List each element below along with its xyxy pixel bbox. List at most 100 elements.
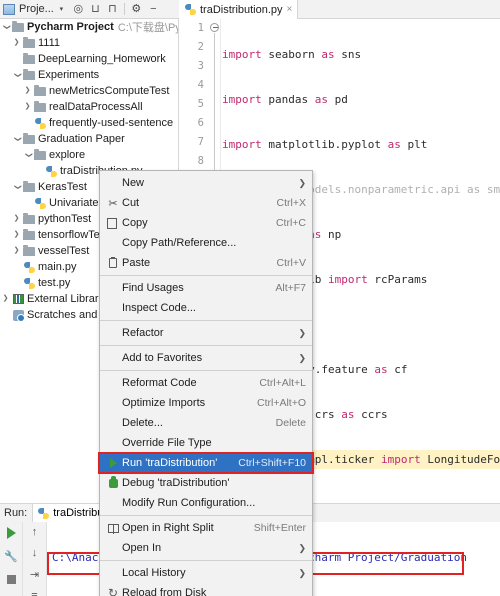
tree-expand-arrow-icon[interactable] xyxy=(11,131,22,147)
menu-item-shortcut: Ctrl+Alt+O xyxy=(256,397,306,409)
menu-item-label: Open In xyxy=(122,542,162,554)
tree-item[interactable]: explore xyxy=(0,147,178,163)
code-line: import matplotlib.pyplot as plt xyxy=(222,138,428,151)
scroll-down-icon[interactable]: ↓ xyxy=(28,547,42,559)
tree-item[interactable]: Pycharm ProjectC:\下载盘\Pych xyxy=(0,19,178,35)
menu-separator xyxy=(100,370,312,371)
menu-item[interactable]: Debug 'traDistribution' xyxy=(100,473,312,493)
tree-expand-arrow-icon[interactable] xyxy=(11,179,22,195)
line-number: 4 xyxy=(197,79,204,91)
tree-expand-arrow-icon[interactable] xyxy=(11,243,22,259)
collapse-all-icon[interactable]: ⊔ xyxy=(89,3,102,16)
menu-item[interactable]: Inspect Code... xyxy=(100,298,312,318)
tree-expand-arrow-icon[interactable] xyxy=(11,35,22,51)
menu-item-shortcut: Delete xyxy=(275,417,306,429)
collapse-fold-icon[interactable] xyxy=(210,23,219,32)
print-icon[interactable]: ≡ xyxy=(28,590,42,596)
tree-expand-arrow-icon[interactable] xyxy=(22,147,33,163)
menu-item-label: Debug 'traDistribution' xyxy=(122,477,230,489)
menu-separator xyxy=(100,345,312,346)
tab-label: traDistribution.py xyxy=(200,3,283,16)
tree-item[interactable]: Graduation Paper xyxy=(0,131,178,147)
project-view-icon[interactable] xyxy=(3,3,15,15)
menu-item-label: Override File Type xyxy=(122,437,212,449)
menu-item-shortcut: Alt+F7 xyxy=(275,282,306,294)
run-toolbar-left: 🔧 xyxy=(0,522,23,596)
menu-item[interactable]: Copy Ctrl+C xyxy=(100,213,312,233)
tree-expand-arrow-icon[interactable] xyxy=(11,67,22,83)
run-tab[interactable]: traDistribu xyxy=(32,503,110,523)
external-libraries-icon xyxy=(11,294,25,304)
menu-item[interactable]: Run 'traDistribution' Ctrl+Shift+F10 xyxy=(98,452,314,474)
file-context-menu[interactable]: New ❯ ✂ Cut Ctrl+X Copy Ctrl+C Copy Path/Refere… xyxy=(98,170,314,596)
project-pane-title[interactable]: Proje... xyxy=(19,3,54,15)
tree-expand-arrow-icon[interactable] xyxy=(0,19,11,35)
stop-square-icon[interactable] xyxy=(4,572,18,586)
menu-item-shortcut: Ctrl+C xyxy=(275,217,306,229)
menu-item[interactable]: Copy Path/Reference... xyxy=(100,233,312,253)
tree-expand-arrow-icon[interactable] xyxy=(11,227,22,243)
menu-item[interactable]: Paste Ctrl+V xyxy=(100,253,312,273)
tree-item[interactable]: DeepLearning_Homework xyxy=(0,51,178,67)
menu-separator xyxy=(100,320,312,321)
code-line: import seaborn as sns xyxy=(222,48,362,61)
tree-item[interactable]: realDataProcessAll xyxy=(0,99,178,115)
tree-expand-arrow-icon[interactable] xyxy=(11,211,22,227)
tree-item-label: 1111 xyxy=(38,37,61,49)
menu-item-label: Modify Run Configuration... xyxy=(122,497,256,509)
tree-expand-arrow-icon[interactable] xyxy=(22,99,33,115)
line-number: 3 xyxy=(197,60,204,72)
locate-icon[interactable]: ◎ xyxy=(72,3,85,16)
tree-item-label: Pycharm Project xyxy=(27,21,114,33)
menu-item[interactable]: Override File Type xyxy=(100,433,312,453)
menu-item[interactable]: Reformat Code Ctrl+Alt+L xyxy=(100,373,312,393)
tree-item[interactable]: newMetricsComputeTest xyxy=(0,83,178,99)
expand-all-icon[interactable]: ⊓ xyxy=(106,3,119,16)
tree-item-label: Experiments xyxy=(38,69,100,81)
tree-expand-arrow-icon[interactable] xyxy=(0,291,11,307)
menu-item[interactable]: Local History ❯ xyxy=(100,563,312,583)
line-number: 2 xyxy=(197,41,204,53)
tab-traDistribution[interactable]: traDistribution.py × xyxy=(179,0,299,19)
line-number: 1 xyxy=(197,22,204,34)
menu-item-label: Run 'traDistribution' xyxy=(122,457,218,469)
menu-item[interactable]: New ❯ xyxy=(100,173,312,193)
python-file-icon xyxy=(22,261,36,273)
menu-item[interactable]: Delete... Delete xyxy=(100,413,312,433)
folder-icon xyxy=(22,228,36,240)
menu-item[interactable]: Modify Run Configuration... xyxy=(100,493,312,513)
menu-item[interactable]: Find Usages Alt+F7 xyxy=(100,278,312,298)
menu-item-label: Add to Favorites xyxy=(122,352,203,364)
menu-item-label: Copy Path/Reference... xyxy=(122,237,237,249)
run-label: Run: xyxy=(4,507,28,519)
chevron-down-icon[interactable]: ▾ xyxy=(55,3,68,16)
menu-item[interactable]: Reload from Disk xyxy=(100,583,312,596)
menu-item[interactable]: Refactor ❯ xyxy=(100,323,312,343)
tree-item[interactable]: frequently-used-sentence xyxy=(0,115,178,131)
tree-item-label: realDataProcessAll xyxy=(49,101,143,113)
gear-icon[interactable]: ⚙ xyxy=(130,3,143,16)
tree-item[interactable]: 1111 xyxy=(0,35,178,51)
minimize-icon[interactable]: − xyxy=(147,3,160,16)
tree-expand-arrow-icon[interactable] xyxy=(22,83,33,99)
menu-item-shortcut: Ctrl+X xyxy=(276,197,306,209)
tree-item-label: frequently-used-sentence xyxy=(49,117,174,129)
menu-item-label: Optimize Imports xyxy=(122,397,206,409)
settings-wrench-icon[interactable]: 🔧 xyxy=(4,549,18,563)
tree-item[interactable]: Experiments xyxy=(0,67,178,83)
menu-item[interactable]: Open In ❯ xyxy=(100,538,312,558)
menu-item-shortcut: Ctrl+Shift+F10 xyxy=(238,457,306,469)
submenu-arrow-icon: ❯ xyxy=(298,352,306,363)
run-toolbar-left-2: ↑ ↓ ⇥ ≡ xyxy=(23,522,47,596)
menu-item[interactable]: Add to Favorites ❯ xyxy=(100,348,312,368)
tree-item-label: KerasTest xyxy=(38,181,87,193)
scroll-up-icon[interactable]: ↑ xyxy=(28,526,42,538)
menu-item[interactable]: ✂ Cut Ctrl+X xyxy=(100,193,312,213)
rerun-play-icon[interactable] xyxy=(4,526,18,540)
menu-item[interactable]: Open in Right Split Shift+Enter xyxy=(100,518,312,538)
soft-wrap-icon[interactable]: ⇥ xyxy=(28,568,42,581)
folder-icon xyxy=(11,20,25,32)
menu-item[interactable]: Optimize Imports Ctrl+Alt+O xyxy=(100,393,312,413)
close-icon[interactable]: × xyxy=(287,4,293,15)
line-number: 5 xyxy=(197,98,204,110)
